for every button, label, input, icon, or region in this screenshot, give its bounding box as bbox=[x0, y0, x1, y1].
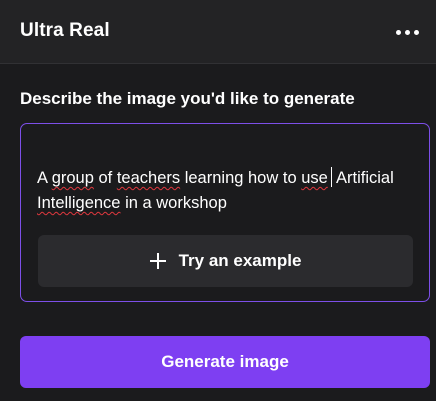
more-horizontal-icon bbox=[413, 29, 419, 35]
ultra-real-panel: Ultra Real Describe the image you'd like… bbox=[0, 0, 436, 401]
plus-icon bbox=[149, 253, 166, 269]
prompt-word-misspelled: group bbox=[51, 169, 94, 187]
prompt-label: Describe the image you'd like to generat… bbox=[20, 89, 355, 108]
prompt-word: of bbox=[93, 169, 117, 187]
prompt-text[interactable]: A group of teachers learning how to use … bbox=[37, 166, 407, 216]
prompt-word: A bbox=[37, 169, 52, 187]
prompt-word: in a workshop bbox=[120, 194, 227, 212]
prompt-word: Artificial bbox=[332, 169, 394, 187]
prompt-textarea[interactable]: A group of teachers learning how to use … bbox=[20, 123, 430, 302]
more-horizontal-icon bbox=[404, 29, 410, 35]
generate-image-button[interactable]: Generate image bbox=[20, 336, 430, 388]
more-horizontal-icon bbox=[395, 29, 401, 35]
panel-header: Ultra Real bbox=[0, 0, 436, 64]
prompt-word-misspelled: use bbox=[301, 169, 328, 187]
prompt-word: learning how to bbox=[180, 169, 302, 187]
try-example-label: Try an example bbox=[178, 251, 302, 270]
prompt-word-misspelled: Intelligence bbox=[37, 194, 121, 212]
try-example-button[interactable]: Try an example bbox=[38, 235, 413, 287]
panel-title: Ultra Real bbox=[20, 20, 110, 41]
prompt-word-misspelled: teachers bbox=[116, 169, 181, 187]
more-options-button[interactable] bbox=[392, 18, 422, 46]
